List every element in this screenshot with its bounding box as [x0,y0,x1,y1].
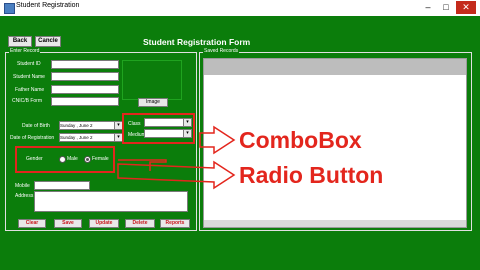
radio-arrow [117,160,236,190]
radio-button-annotation: Radio Button [239,162,384,188]
combobox-arrow [199,125,236,155]
combobox-annotation: ComboBox [239,127,362,153]
